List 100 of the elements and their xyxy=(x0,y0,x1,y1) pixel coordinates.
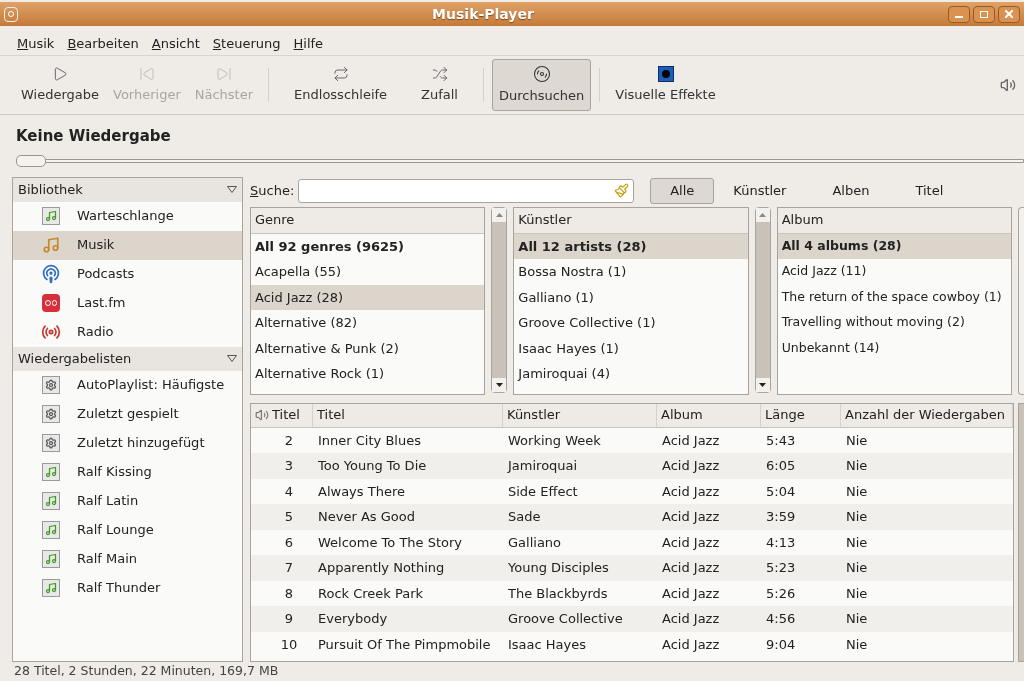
browser-row[interactable]: All 4 albums (28) xyxy=(777,233,1011,259)
now-playing-title: Keine Wiedergabe xyxy=(15,126,172,147)
menu-item[interactable]: Bearbeiten xyxy=(64,33,142,54)
table-cell-text: Side Effect xyxy=(508,482,578,501)
sidebar-item[interactable]: Radio xyxy=(13,317,242,347)
sidebar-item[interactable]: Ralf Latin xyxy=(13,486,242,516)
browser-row[interactable]: The return of the space cowboy (1) xyxy=(777,284,1011,310)
browser-row[interactable]: Alternative & Punk (2) xyxy=(251,335,485,361)
discs-icon xyxy=(532,64,551,83)
repeat-icon xyxy=(332,65,349,82)
lastfm-logo-icon xyxy=(42,294,60,312)
column-header[interactable]: Genre xyxy=(251,207,485,234)
table-cell-text: Nie xyxy=(846,635,868,654)
sidebar-item[interactable]: Musik xyxy=(13,230,242,260)
playlist-icon xyxy=(42,550,60,568)
table-cell-text: Working Week xyxy=(508,431,601,450)
sidebar-item[interactable]: Ralf Lounge xyxy=(13,515,242,545)
browser-row[interactable]: Jamiroquai (4) xyxy=(514,361,748,387)
toolbar-button[interactable]: Endlosschleife xyxy=(287,59,395,111)
skip-forward-icon xyxy=(215,65,232,82)
playlist-icon xyxy=(42,521,60,539)
close-button[interactable] xyxy=(998,5,1020,23)
toolbar-button[interactable]: Wiedergabe xyxy=(14,59,106,111)
table-cell-text: Acid Jazz xyxy=(662,457,720,475)
filter-button[interactable]: Alle xyxy=(650,177,715,204)
filter-button[interactable]: Alben xyxy=(817,177,885,204)
search-field[interactable] xyxy=(298,178,635,203)
column-header[interactable]: Titel xyxy=(313,403,503,427)
menu-item[interactable]: Musik xyxy=(14,33,58,54)
scrollbar[interactable] xyxy=(754,206,771,393)
menu-item[interactable]: Ansicht xyxy=(148,33,203,54)
up-arrow-icon xyxy=(495,212,503,217)
sidebar-item[interactable]: Ralf Kissing xyxy=(13,457,242,487)
table-cell-text: Jamiroquai xyxy=(508,457,578,475)
toolbar-button[interactable]: Visuelle Effekte xyxy=(608,59,723,111)
skip-back-icon xyxy=(138,65,155,82)
table-cell-text: Nie xyxy=(846,457,868,475)
table-cell-text: Nie xyxy=(846,559,868,577)
column-header[interactable]: Titel xyxy=(251,403,313,427)
table-cell-text: 4:13 xyxy=(766,533,796,552)
table-cell-text: Acid Jazz xyxy=(662,431,720,450)
browser-row[interactable]: All 12 artists (28) xyxy=(514,233,748,259)
browser-row[interactable]: Acid Jazz (11) xyxy=(777,259,1011,285)
seek-slider[interactable] xyxy=(16,154,1024,167)
table-cell-text: 5 xyxy=(284,508,294,526)
browser-row[interactable]: Isaac Hayes (1) xyxy=(514,335,748,361)
table-cell-text: Nie xyxy=(846,508,868,526)
browser-row[interactable]: Travelling without moving (2) xyxy=(777,310,1011,336)
browser-row[interactable]: All 92 genres (9625) xyxy=(251,233,485,259)
sidebar-item[interactable]: Warteschlange xyxy=(13,201,242,231)
column-header[interactable]: Anzahl der Wiedergaben xyxy=(841,403,1013,427)
sidebar-item[interactable]: Ralf Main xyxy=(13,544,242,574)
filter-button[interactable]: Künstler xyxy=(718,177,802,204)
table-cell-text: Sade xyxy=(508,508,541,526)
sidebar-section-header[interactable]: Wiedergabelisten xyxy=(13,346,242,371)
sidebar-item[interactable]: Podcasts xyxy=(13,259,242,289)
browser-row[interactable]: Alternative (82) xyxy=(251,310,485,336)
column-header[interactable]: Album xyxy=(657,403,761,427)
browser-row[interactable]: Unbekannt (14) xyxy=(777,335,1011,361)
menu-item[interactable]: Hilfe xyxy=(290,33,327,54)
sidebar-item[interactable]: Zuletzt gespielt xyxy=(13,399,242,429)
expander-icon xyxy=(227,186,237,193)
brush-icon[interactable] xyxy=(614,183,630,198)
menu-item[interactable]: Steuerung xyxy=(209,33,284,54)
browser-row[interactable]: Galliano (1) xyxy=(514,284,748,310)
sidebar-section-header[interactable]: Bibliothek xyxy=(13,177,242,202)
browser-row[interactable]: Acapella (55) xyxy=(251,259,485,285)
sidebar-item[interactable]: Last.fm xyxy=(13,288,242,318)
browser-row[interactable]: Bossa Nostra (1) xyxy=(514,259,748,285)
column-header[interactable]: Künstler xyxy=(503,403,657,427)
column-header[interactable]: Album xyxy=(777,207,1011,234)
table-cell-text: Welcome To The Story xyxy=(318,533,463,552)
sidebar-item[interactable]: Ralf Thunder xyxy=(13,573,242,603)
sidebar-item[interactable]: Zuletzt hinzugefügt xyxy=(13,428,242,458)
browser-row[interactable]: Groove Collective (1) xyxy=(514,310,748,336)
browser-row[interactable]: Alternative Rock (1) xyxy=(251,361,485,387)
table-cell-text: Rock Creek Park xyxy=(318,584,424,603)
sidebar-item[interactable]: AutoPlaylist: Häufigste xyxy=(13,370,242,400)
minimize-button[interactable] xyxy=(948,5,970,23)
playlist-icon xyxy=(42,492,60,510)
toolbar-button[interactable]: Durchsuchen xyxy=(492,59,592,111)
toolbar-button[interactable]: Zufall xyxy=(414,59,465,111)
column-header[interactable]: Künstler xyxy=(514,207,748,234)
table-cell-text: 9:04 xyxy=(766,635,796,654)
filter-button[interactable]: Titel xyxy=(900,177,959,204)
scrollbar[interactable] xyxy=(491,206,508,393)
table-cell-text: 5:04 xyxy=(766,482,796,501)
table-cell-text: Acid Jazz xyxy=(662,559,720,577)
column-header[interactable]: Länge xyxy=(761,403,841,427)
maximize-button[interactable] xyxy=(973,5,995,23)
slider-thumb[interactable] xyxy=(16,154,46,167)
table-cell-text: Groove Collective xyxy=(508,610,623,628)
volume-icon[interactable] xyxy=(1000,77,1016,93)
table-cell-text: Always There xyxy=(318,482,405,501)
browser-row[interactable]: Acid Jazz (28) xyxy=(251,284,485,310)
speaker-icon xyxy=(255,408,269,422)
shuffle-icon xyxy=(431,65,448,82)
close-icon xyxy=(1005,10,1013,18)
gear-icon xyxy=(42,376,60,394)
table-cell-text: 2 xyxy=(284,431,294,450)
